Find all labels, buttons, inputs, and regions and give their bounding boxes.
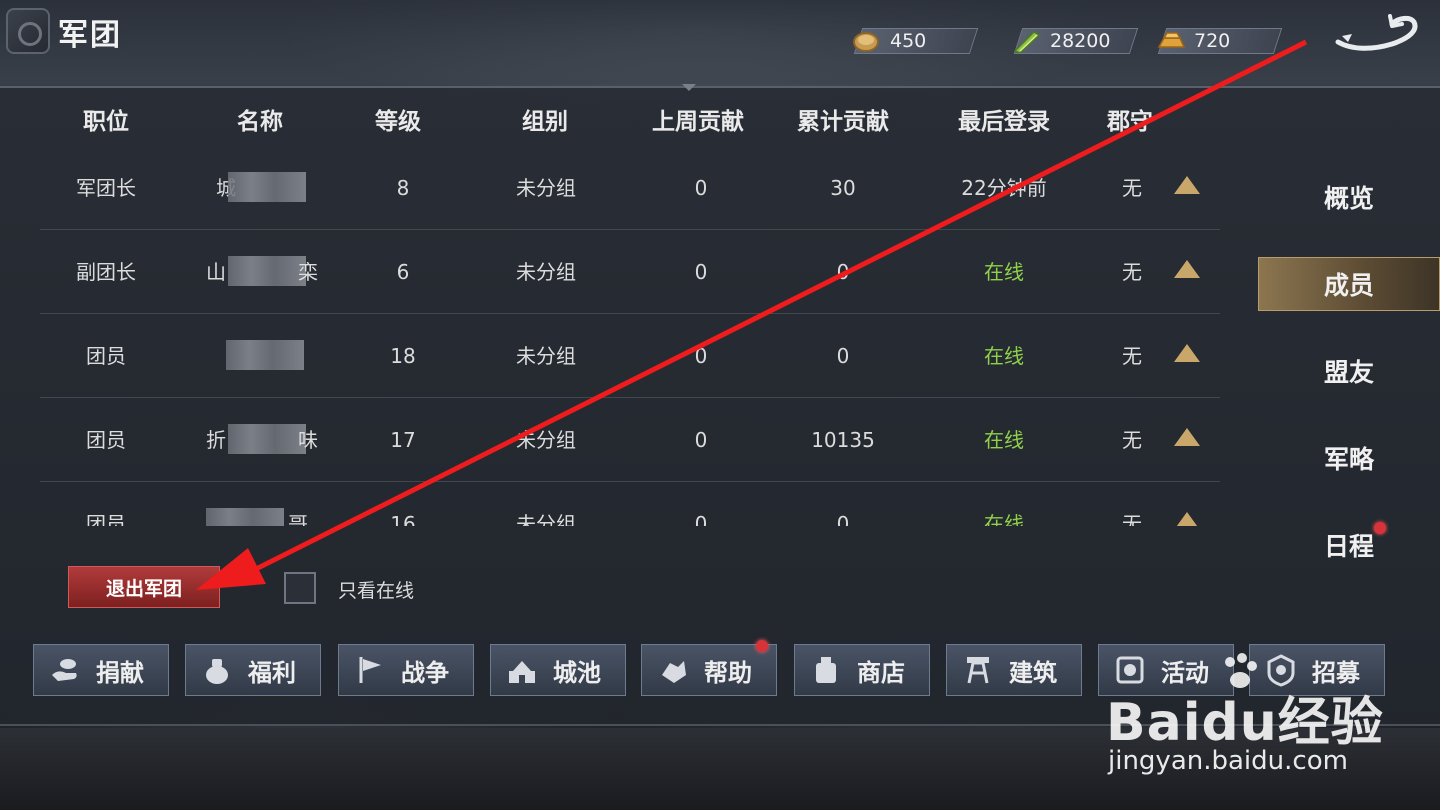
watermark-url: jingyan.baidu.com xyxy=(1108,746,1348,776)
watermark-logo: Baidu经验 xyxy=(1106,693,1384,753)
